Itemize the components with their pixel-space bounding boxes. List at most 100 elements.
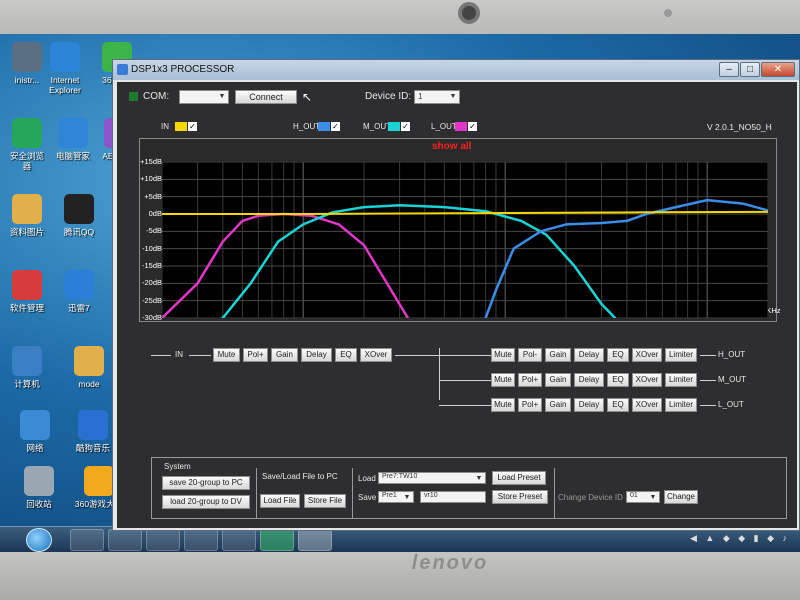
- show-all-button[interactable]: show all: [432, 141, 471, 152]
- app-icon: [117, 64, 128, 75]
- desktop-app-icon: [58, 118, 88, 148]
- m-out-mute-button[interactable]: Mute: [491, 373, 515, 387]
- desktop-app-icon: [78, 410, 108, 440]
- input-label: IN: [175, 350, 183, 359]
- m-out-limiter-button[interactable]: Limiter: [665, 373, 697, 387]
- divider: [554, 468, 555, 518]
- h-out-gain-button[interactable]: Gain: [545, 348, 571, 362]
- taskbar-explorer-icon[interactable]: [108, 529, 142, 551]
- preset-name-input[interactable]: vr10: [420, 491, 486, 503]
- l-out-pol-button[interactable]: Pol+: [518, 398, 542, 412]
- h-out-limiter-button[interactable]: Limiter: [665, 348, 697, 362]
- change-device-id-label: Change Device ID: [558, 493, 623, 502]
- taskbar-chart-icon[interactable]: [222, 529, 256, 551]
- y-tick-label: 0dB: [132, 209, 162, 218]
- laptop-bezel-top: [0, 0, 800, 34]
- m-out-eq-button[interactable]: EQ: [607, 373, 629, 387]
- start-button[interactable]: [26, 528, 52, 552]
- desktop-icon[interactable]: 腾讯QQ: [52, 194, 106, 237]
- desktop-icon[interactable]: 资料图片: [0, 194, 54, 237]
- y-tick-label: -25dB: [132, 296, 162, 305]
- load-preset-select[interactable]: Pre7:TW10 ▼: [378, 472, 486, 484]
- input-gain-button[interactable]: Gain: [271, 348, 298, 362]
- m-out-gain-button[interactable]: Gain: [545, 373, 571, 387]
- h-out-mute-button[interactable]: Mute: [491, 348, 515, 362]
- channel-h-out-label: H_OUT: [293, 122, 320, 131]
- device-id-select[interactable]: 1 ▼: [414, 90, 460, 104]
- channel-l-out-checkbox[interactable]: ✓: [468, 122, 477, 131]
- m-out-xover-button[interactable]: XOver: [632, 373, 662, 387]
- desktop-icon[interactable]: Internet Explorer: [38, 42, 92, 95]
- m-out-delay-button[interactable]: Delay: [574, 373, 604, 387]
- channel-in-checkbox[interactable]: ✓: [188, 122, 197, 131]
- l-out-xover-button[interactable]: XOver: [632, 398, 662, 412]
- connection-status-indicator: [129, 92, 138, 101]
- output-label-h-out: H_OUT: [718, 350, 745, 359]
- desktop-icon[interactable]: 软件管理: [0, 270, 54, 313]
- preset-name-value: vr10: [424, 492, 438, 499]
- taskbar-media-icon[interactable]: [146, 529, 180, 551]
- change-device-id-select[interactable]: 01 ▼: [626, 491, 660, 503]
- maximize-button[interactable]: □: [740, 62, 760, 77]
- load-file-button[interactable]: Load File: [260, 494, 300, 508]
- close-button[interactable]: ✕: [761, 62, 795, 77]
- h-out-eq-button[interactable]: EQ: [607, 348, 629, 362]
- desktop-app-icon: [12, 118, 42, 148]
- input-eq-button[interactable]: EQ: [335, 348, 357, 362]
- input-xover-button[interactable]: XOver: [360, 348, 392, 362]
- load-label: Load: [358, 474, 376, 483]
- save-20-group-to-pc-button[interactable]: save 20-group to PC: [162, 476, 250, 490]
- taskbar-dsp-icon[interactable]: [298, 529, 332, 551]
- desktop-icon[interactable]: mode: [62, 346, 116, 389]
- channel-in-swatch: [175, 122, 187, 131]
- input-pol-button[interactable]: Pol+: [243, 348, 268, 362]
- minimize-button[interactable]: –: [719, 62, 739, 77]
- frequency-response-chart[interactable]: [162, 162, 768, 318]
- change-button[interactable]: Change: [664, 490, 698, 504]
- taskbar-s-icon[interactable]: [260, 529, 294, 551]
- m-out-pol-button[interactable]: Pol+: [518, 373, 542, 387]
- desktop-app-icon: [64, 194, 94, 224]
- input-mute-button[interactable]: Mute: [213, 348, 240, 362]
- l-out-mute-button[interactable]: Mute: [491, 398, 515, 412]
- frequency-response-panel: +15dB+10dB+5dB0dB-5dB-10dB-15dB-20dB-25d…: [139, 138, 777, 322]
- h-out-pol-button[interactable]: Pol-: [518, 348, 542, 362]
- l-out-delay-button[interactable]: Delay: [574, 398, 604, 412]
- desktop-icon[interactable]: 网络: [8, 410, 62, 453]
- taskbar-360-icon[interactable]: [184, 529, 218, 551]
- l-out-eq-button[interactable]: EQ: [607, 398, 629, 412]
- signal-line: [439, 405, 491, 406]
- input-delay-button[interactable]: Delay: [301, 348, 332, 362]
- desktop-icon[interactable]: 计算机: [0, 346, 54, 389]
- load-20-group-to-dv-button[interactable]: load 20-group to DV: [162, 495, 250, 509]
- store-preset-button[interactable]: Store Preset: [492, 490, 548, 504]
- channel-h-out-checkbox[interactable]: ✓: [331, 122, 340, 131]
- store-file-button[interactable]: Store File: [304, 494, 346, 508]
- window-titlebar[interactable]: DSP1x3 PROCESSOR – □ ✕: [113, 60, 799, 80]
- chevron-down-icon: ▼: [474, 474, 484, 484]
- desktop-icon-label: 软件管理: [0, 303, 54, 313]
- desktop-icon[interactable]: 迅雷7: [52, 270, 106, 313]
- h-out-delay-button[interactable]: Delay: [574, 348, 604, 362]
- taskbar-ie-icon[interactable]: [70, 529, 104, 551]
- channel-m-out-label: M_OUT: [363, 122, 391, 131]
- y-tick-label: -10dB: [132, 244, 162, 253]
- divider: [256, 468, 257, 518]
- load-preset-button[interactable]: Load Preset: [492, 471, 546, 485]
- l-out-limiter-button[interactable]: Limiter: [665, 398, 697, 412]
- desktop-icon[interactable]: 回收站: [12, 466, 66, 509]
- channel-h-out-swatch: [318, 122, 330, 131]
- save-slot-select[interactable]: Pre1 ▼: [378, 491, 414, 503]
- laptop-brand-logo: lenovo: [380, 552, 520, 575]
- webcam-icon: [458, 2, 480, 24]
- connect-button[interactable]: Connect: [235, 90, 297, 104]
- output-label-l-out: L_OUT: [718, 400, 744, 409]
- h-out-xover-button[interactable]: XOver: [632, 348, 662, 362]
- desktop-icon-label: mode: [62, 379, 116, 389]
- system-tray[interactable]: ◀ ▲ ◆ ◆ ▮ ◆ ♪: [690, 533, 790, 544]
- com-port-select[interactable]: ▼: [179, 90, 229, 104]
- y-tick-label: -20dB: [132, 278, 162, 287]
- save-slot-value: Pre1: [382, 492, 397, 499]
- channel-m-out-checkbox[interactable]: ✓: [401, 122, 410, 131]
- l-out-gain-button[interactable]: Gain: [545, 398, 571, 412]
